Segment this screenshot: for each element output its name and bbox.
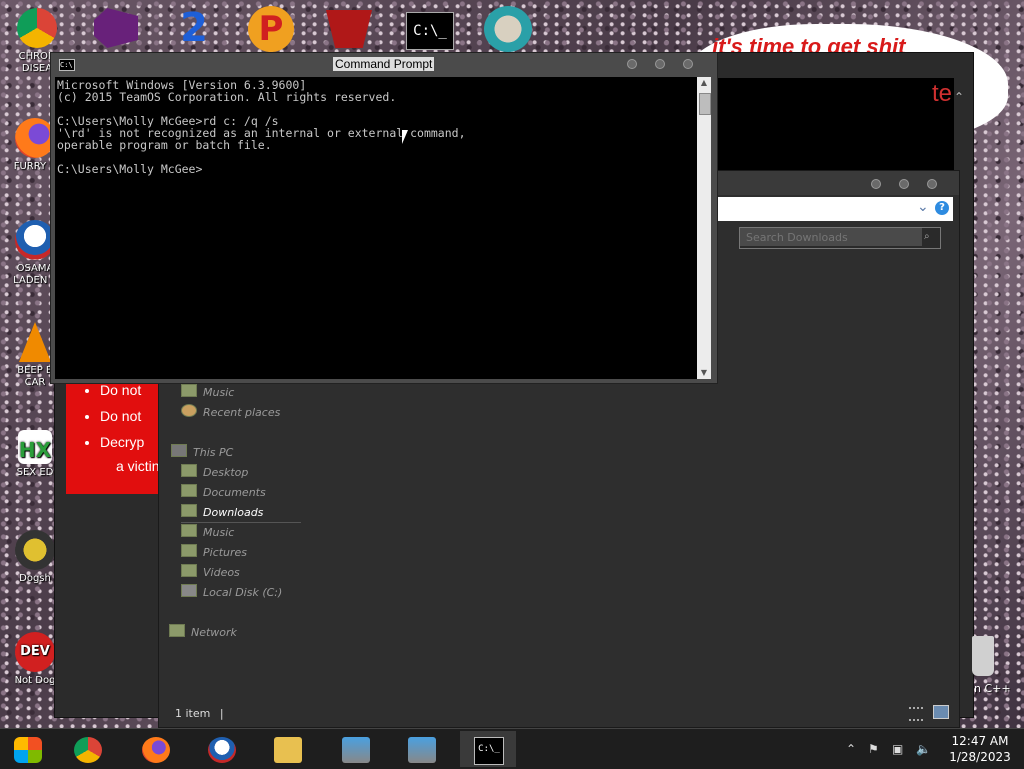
taskbar-file-explorer[interactable]	[260, 731, 316, 767]
cmd-title: Command Prompt	[333, 57, 435, 71]
firefox-icon	[15, 118, 55, 158]
downloads-folder-icon	[181, 504, 197, 517]
nav-item-downloads[interactable]: Downloads	[181, 503, 302, 523]
address-bar[interactable]: ⌄ ?	[699, 197, 953, 221]
installer-icon	[408, 737, 436, 763]
minimize-button[interactable]	[871, 179, 881, 189]
taskbar-windows-media[interactable]	[0, 731, 56, 767]
cmd-console[interactable]: Microsoft Windows [Version 6.3.9600] (c)…	[55, 77, 697, 379]
search-input[interactable]	[740, 228, 922, 246]
vlc-cone-icon	[19, 322, 51, 362]
taskbar: C:\_ ⌃ ⚑ ▣ 🔈 12:47 AM 1/28/2023	[0, 728, 1024, 769]
taskbar-chrome[interactable]	[60, 731, 116, 767]
back-window-content: te	[716, 78, 954, 170]
taskbar-cmd[interactable]: C:\_	[460, 731, 516, 767]
firefox-icon	[142, 737, 170, 763]
taskbar-installer[interactable]	[328, 731, 384, 767]
desktop-icon-label: SEX ED	[16, 467, 54, 478]
computer-icon	[171, 444, 187, 457]
p-icon[interactable]: P	[248, 6, 294, 52]
scroll-thumb[interactable]	[699, 93, 711, 115]
nav-item-music[interactable]: Music	[181, 523, 234, 543]
large-icons-view-icon[interactable]	[933, 705, 949, 719]
devcpp-icon: DEV	[15, 632, 55, 672]
desktop-folder-icon	[181, 464, 197, 477]
close-button[interactable]	[683, 59, 693, 69]
music-folder-icon	[181, 524, 197, 537]
status-divider: |	[219, 707, 224, 720]
videos-folder-icon	[181, 564, 197, 577]
command-prompt-window[interactable]: C:\ Command Prompt Microsoft Windows [Ve…	[50, 52, 718, 384]
status-bar: 1 item |	[175, 707, 224, 720]
taskbar-installer-2[interactable]	[394, 731, 450, 767]
show-hidden-icons-icon[interactable]: ⌃	[846, 729, 856, 769]
nav-item-desktop[interactable]: Desktop	[181, 463, 248, 483]
taskbar-firefox[interactable]	[128, 731, 184, 767]
scroll-down-arrow-icon[interactable]: ▼	[697, 367, 711, 379]
cmd-titlebar[interactable]: C:\ Command Prompt	[51, 53, 717, 75]
nav-item-music-quick[interactable]: Music	[181, 383, 234, 403]
music-folder-icon	[181, 384, 197, 397]
clock-time: 12:47 AM	[951, 734, 1009, 748]
recent-places-icon	[181, 404, 197, 417]
windows-media-icon	[14, 737, 42, 763]
file-explorer-icon	[274, 737, 302, 763]
right-edge-label: n C++	[974, 682, 1011, 695]
robot-icon[interactable]	[484, 6, 532, 52]
chrome-icon	[17, 8, 57, 48]
maximize-button[interactable]	[899, 179, 909, 189]
dogsh-icon	[15, 530, 55, 570]
chevron-down-icon[interactable]: ⌄	[917, 199, 929, 215]
nav-item-this-pc[interactable]: This PC	[171, 443, 233, 463]
flag-icon[interactable]: ⚑	[868, 729, 879, 769]
volume-icon[interactable]: 🔈	[916, 729, 931, 769]
cmd-output: Microsoft Windows [Version 6.3.9600] (c)…	[57, 78, 466, 176]
minimize-button[interactable]	[627, 59, 637, 69]
obama-logo-icon	[15, 220, 55, 260]
taskbar-obama[interactable]	[194, 731, 250, 767]
obama-logo-icon	[208, 737, 236, 763]
chrome-icon	[74, 737, 102, 763]
pictures-folder-icon	[181, 544, 197, 557]
details-view-icon[interactable]	[909, 707, 923, 721]
installer-icon	[342, 737, 370, 763]
desktop-icon-label: BEEP B CAR	[17, 365, 53, 388]
back-window-fragment: te	[931, 80, 952, 107]
scroll-up-arrow-icon[interactable]: ▲	[697, 77, 711, 89]
cmd-icon: C:\_	[474, 737, 504, 765]
clock[interactable]: 12:47 AM 1/28/2023	[940, 733, 1020, 765]
nav-item-pictures[interactable]: Pictures	[181, 543, 247, 563]
desktop-icon-label: Not Dog	[14, 675, 56, 686]
recycle-bin-icon[interactable]	[972, 636, 994, 676]
network-status-icon[interactable]: ▣	[892, 729, 903, 769]
nav-item-documents[interactable]: Documents	[181, 483, 266, 503]
close-button[interactable]	[927, 179, 937, 189]
mouse-cursor-icon	[402, 130, 408, 144]
desktop-icon-label: Dogsh	[19, 573, 51, 584]
cmd-window-icon: C:\	[59, 59, 75, 71]
nav-item-local-disk[interactable]: Local Disk (C:)	[181, 583, 282, 603]
two-icon[interactable]: 2	[172, 6, 216, 50]
cmd-scrollbar[interactable]: ▲ ▼	[697, 77, 711, 379]
search-box[interactable]: ⌕	[739, 227, 941, 249]
search-icon[interactable]: ⌕	[924, 231, 936, 243]
hx-icon: HX	[18, 430, 52, 464]
network-icon	[169, 624, 185, 637]
help-icon[interactable]: ?	[935, 201, 949, 215]
documents-folder-icon	[181, 484, 197, 497]
maximize-button[interactable]	[655, 59, 665, 69]
clock-date: 1/28/2023	[949, 750, 1011, 764]
item-count: 1 item	[175, 707, 211, 720]
nav-item-network[interactable]: Network	[169, 623, 237, 643]
back-scroll-up-icon[interactable]: ⌃	[954, 90, 964, 104]
cmd-shortcut-icon[interactable]: C:\_	[406, 12, 454, 50]
nav-item-videos[interactable]: Videos	[181, 563, 240, 583]
drive-icon	[181, 584, 197, 597]
nav-item-recent-places[interactable]: Recent places	[181, 403, 280, 423]
